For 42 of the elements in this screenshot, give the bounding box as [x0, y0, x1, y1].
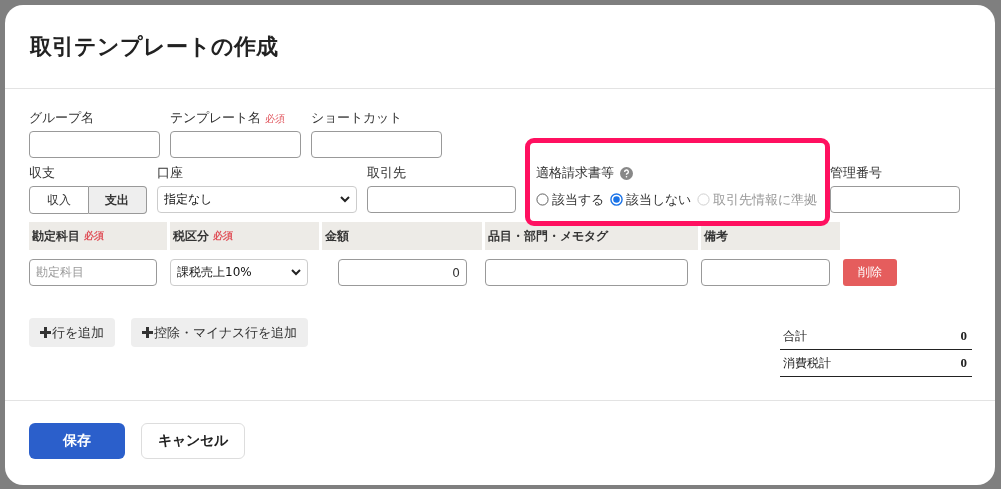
input-field[interactable]: [830, 186, 960, 213]
chevron-down-icon: [340, 196, 350, 203]
field-label: 適格請求書等: [536, 164, 614, 182]
input-field[interactable]: [485, 259, 688, 286]
save-button[interactable]: 保存: [29, 422, 125, 459]
segment-button[interactable]: 支出: [88, 186, 147, 214]
total-value: 0: [960, 355, 967, 371]
radio-icon: [697, 193, 710, 206]
field-label: 収支: [29, 164, 56, 182]
total-label: 合計: [783, 327, 807, 345]
account-select[interactable]: 指定なし: [157, 186, 357, 213]
total-value: 0: [960, 328, 967, 344]
segment-button[interactable]: 収入: [29, 186, 89, 214]
tax-select[interactable]: 課税売上10%: [170, 259, 308, 286]
radio-option[interactable]: 該当しない: [610, 190, 691, 209]
plus-icon: [142, 327, 153, 338]
input-field[interactable]: [29, 131, 160, 158]
dialog-title: 取引テンプレートの作成: [30, 32, 278, 61]
radio-icon: [610, 193, 623, 206]
total-label: 消費税計: [783, 354, 831, 372]
plus-icon: [40, 327, 51, 338]
column-header: 金額: [322, 222, 482, 250]
input-field[interactable]: [311, 131, 442, 158]
add-row-button[interactable]: 行を追加: [29, 318, 115, 347]
field-label: テンプレート名 必須: [170, 109, 286, 127]
amount-input[interactable]: 0: [338, 259, 467, 286]
chevron-down-icon: [291, 269, 301, 276]
field-label: 口座: [157, 164, 184, 182]
help-icon[interactable]: [620, 166, 633, 180]
radio-option[interactable]: 該当する: [536, 190, 604, 209]
column-header: 勘定科目 必須: [29, 222, 167, 250]
field-label: ショートカット: [311, 109, 403, 127]
field-label: 管理番号: [830, 164, 883, 182]
column-header: 税区分 必須: [170, 222, 319, 250]
input-field[interactable]: [701, 259, 830, 286]
add-row-button[interactable]: 控除・マイナス行を追加: [131, 318, 308, 347]
cancel-button[interactable]: キャンセル: [141, 422, 245, 459]
radio-icon: [536, 193, 549, 206]
field-label: グループ名: [29, 109, 95, 127]
field-label: 取引先: [367, 164, 407, 182]
input-field[interactable]: [367, 186, 516, 213]
input-field[interactable]: [170, 131, 301, 158]
